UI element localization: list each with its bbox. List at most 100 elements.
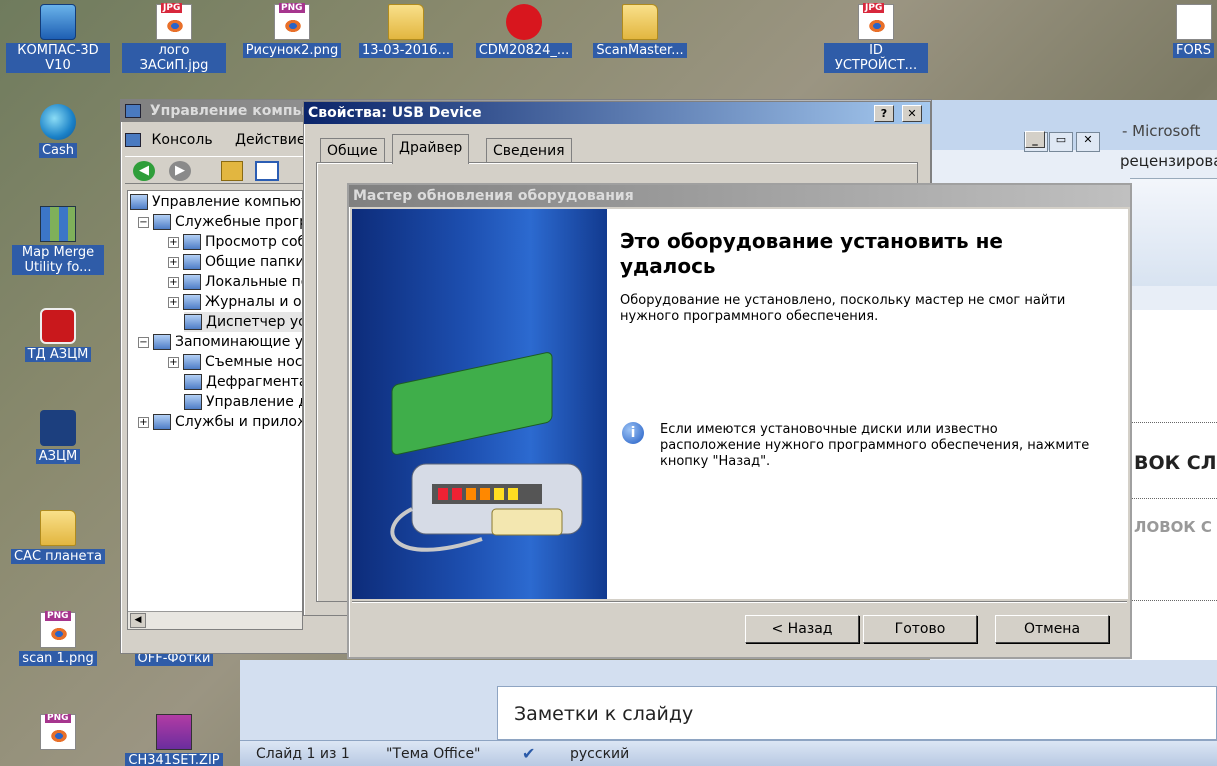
tree-item[interactable]: +Службы и приложения <box>138 412 302 432</box>
tree-item[interactable]: −Служебные программы <box>138 212 302 232</box>
shared-folder-icon <box>183 254 201 270</box>
folder-icon <box>40 510 76 546</box>
mmc-app-icon <box>125 104 141 118</box>
desktop-icon-scan1[interactable]: PNG scan 1.png <box>6 611 110 666</box>
ppt-close-button[interactable]: ✕ <box>1076 132 1100 152</box>
services-icon <box>153 414 171 430</box>
file-icon <box>1175 4 1212 40</box>
props-titlebar: Свойства: USB Device ? ✕ <box>304 102 930 124</box>
show-tree-icon[interactable] <box>255 161 279 181</box>
desktop-icon-png-bottom[interactable]: PNG <box>6 714 110 766</box>
jpg-file-icon: JPG <box>156 3 192 40</box>
forward-icon[interactable]: ▶ <box>169 161 191 181</box>
ppt-ribbon <box>1130 178 1217 286</box>
wizard-info-text: Если имеются установочные диски или изве… <box>660 422 1090 469</box>
ppt-lower-area: Заметки к слайду Слайд 1 из 1 "Тема Offi… <box>240 660 1217 766</box>
ppt-title: - Microsoft <box>1122 122 1201 140</box>
computer-icon <box>130 194 148 210</box>
console-icon <box>125 133 141 147</box>
storage-icon <box>153 334 171 350</box>
props-help-button[interactable]: ? <box>874 105 894 122</box>
rar-icon <box>156 714 192 750</box>
desktop-icon-folder-date[interactable]: 13-03-2016... <box>354 4 458 58</box>
ppt-ribbon-tab[interactable]: рецензирован <box>1120 152 1217 170</box>
desktop-icon-scanmaster[interactable]: ScanMaster... <box>588 4 692 58</box>
mmc-child-minimize-button[interactable]: _ <box>1025 131 1045 148</box>
back-button[interactable]: < Назад <box>745 615 859 643</box>
props-tab-general[interactable]: Общие <box>320 138 385 162</box>
wizard-content: Это оборудование установить не удалось О… <box>607 209 1128 599</box>
notes-placeholder: Заметки к слайду <box>514 703 694 725</box>
desktop-icon-sas-planet[interactable]: САС планета <box>6 510 110 564</box>
status-theme: "Тема Office" <box>386 746 481 762</box>
wizard-banner <box>352 209 607 599</box>
props-tab-details[interactable]: Сведения <box>486 138 572 162</box>
back-icon[interactable]: ◀ <box>133 161 155 181</box>
wizard-heading: Это оборудование установить не удалось <box>620 229 1003 278</box>
desktop-icon-cdm[interactable]: CDM20824_... <box>472 4 576 58</box>
desktop-icon-td-azcm[interactable]: ТД АЗЦМ <box>6 308 110 362</box>
finish-button[interactable]: Готово <box>863 615 977 643</box>
status-language[interactable]: русский <box>570 746 629 762</box>
tree-item[interactable]: +Локальные пользователи <box>168 272 302 292</box>
cdm-icon <box>506 4 542 40</box>
props-close-button[interactable]: ✕ <box>902 105 922 122</box>
tree-item[interactable]: −Запоминающие устройства <box>138 332 302 352</box>
network-card-illustration <box>390 352 583 552</box>
png-file-icon: PNG <box>40 714 76 750</box>
folder-icon <box>388 4 424 40</box>
cash-icon <box>40 104 76 140</box>
desktop-icon-map-merge[interactable]: Map Merge Utility fo... <box>6 206 110 275</box>
slide-subtitle-text: ЛОВОК С <box>1134 518 1212 536</box>
map-icon <box>40 206 76 242</box>
png-file-icon: PNG <box>274 3 310 40</box>
tree-item[interactable]: +Просмотр событий <box>168 232 302 252</box>
png-file-icon: PNG <box>40 611 76 648</box>
ppt-restore-button[interactable]: ▭ <box>1049 132 1073 152</box>
desktop-icon-kompas[interactable]: КОМПАС-3D V10 <box>6 4 110 73</box>
tree-item[interactable]: Управление дисками <box>184 392 302 412</box>
disk-management-icon <box>184 394 202 410</box>
td-icon <box>40 308 76 344</box>
slide-title-text: ВОК СЛ <box>1134 452 1217 474</box>
ppt-status-bar: Слайд 1 из 1 "Тема Office" ✔ русский <box>240 740 1217 766</box>
tree-item[interactable]: Дефрагментация диска <box>184 372 302 392</box>
desktop-icon-risunok2[interactable]: PNG Рисунок2.png <box>240 3 344 58</box>
folder-icon <box>622 4 658 40</box>
desktop-icon-logo-jpg[interactable]: JPG лого ЗАСиП.jpg <box>122 3 226 73</box>
event-viewer-icon <box>183 234 201 250</box>
up-folder-icon[interactable] <box>221 161 243 181</box>
tree-item[interactable]: +Журналы и оповещения <box>168 292 302 312</box>
wizard-separator <box>352 601 1127 603</box>
desktop-icon-cash[interactable]: Cash <box>6 104 110 158</box>
slide-dotted-line <box>1130 422 1217 423</box>
jpg-file-icon: JPG <box>858 3 894 40</box>
desktop-icon-id-device[interactable]: JPG ID УСТРОЙСТ... <box>824 3 928 73</box>
slide-dotted-line <box>1130 600 1217 601</box>
hardware-wizard-dialog: Мастер обновления оборудования Это обору… <box>347 183 1132 659</box>
menu-action[interactable]: Действие <box>235 132 305 148</box>
slide-dotted-line <box>1130 498 1217 499</box>
users-icon <box>183 274 201 290</box>
wizard-message: Оборудование не установлено, поскольку м… <box>620 293 1066 324</box>
menu-console[interactable]: Консоль <box>151 132 212 148</box>
spellcheck-icon[interactable]: ✔ <box>522 744 535 763</box>
tree-item[interactable]: Диспетчер устройств <box>184 312 302 332</box>
ppt-titlebar: - Microsoft _ ▭ ✕ <box>930 100 1217 152</box>
tree-item[interactable]: + Общие папки <box>168 252 302 272</box>
mmc-tree-pane: Управление компьютером −Служебные програ… <box>127 190 303 630</box>
tree-item[interactable]: Управление компьютером <box>130 192 302 212</box>
tree-item[interactable]: +Съемные носители <box>168 352 302 372</box>
removable-icon <box>183 354 201 370</box>
ppt-notes-pane[interactable]: Заметки к слайду <box>497 686 1217 740</box>
wizard-titlebar: Мастер обновления оборудования <box>349 185 1130 207</box>
cancel-button[interactable]: Отмена <box>995 615 1109 643</box>
scroll-left-icon[interactable]: ◀ <box>130 613 146 628</box>
info-icon: i <box>622 422 644 444</box>
props-tab-driver[interactable]: Драйвер <box>392 134 470 164</box>
desktop-icon-ch341[interactable]: CH341SET.ZIP <box>122 714 226 766</box>
defrag-icon <box>184 374 202 390</box>
desktop-icon-fors[interactable]: FORS <box>1170 4 1217 58</box>
desktop-icon-azcm[interactable]: АЗЦМ <box>6 410 110 464</box>
tree-horizontal-scrollbar[interactable]: ◀ <box>128 611 302 629</box>
